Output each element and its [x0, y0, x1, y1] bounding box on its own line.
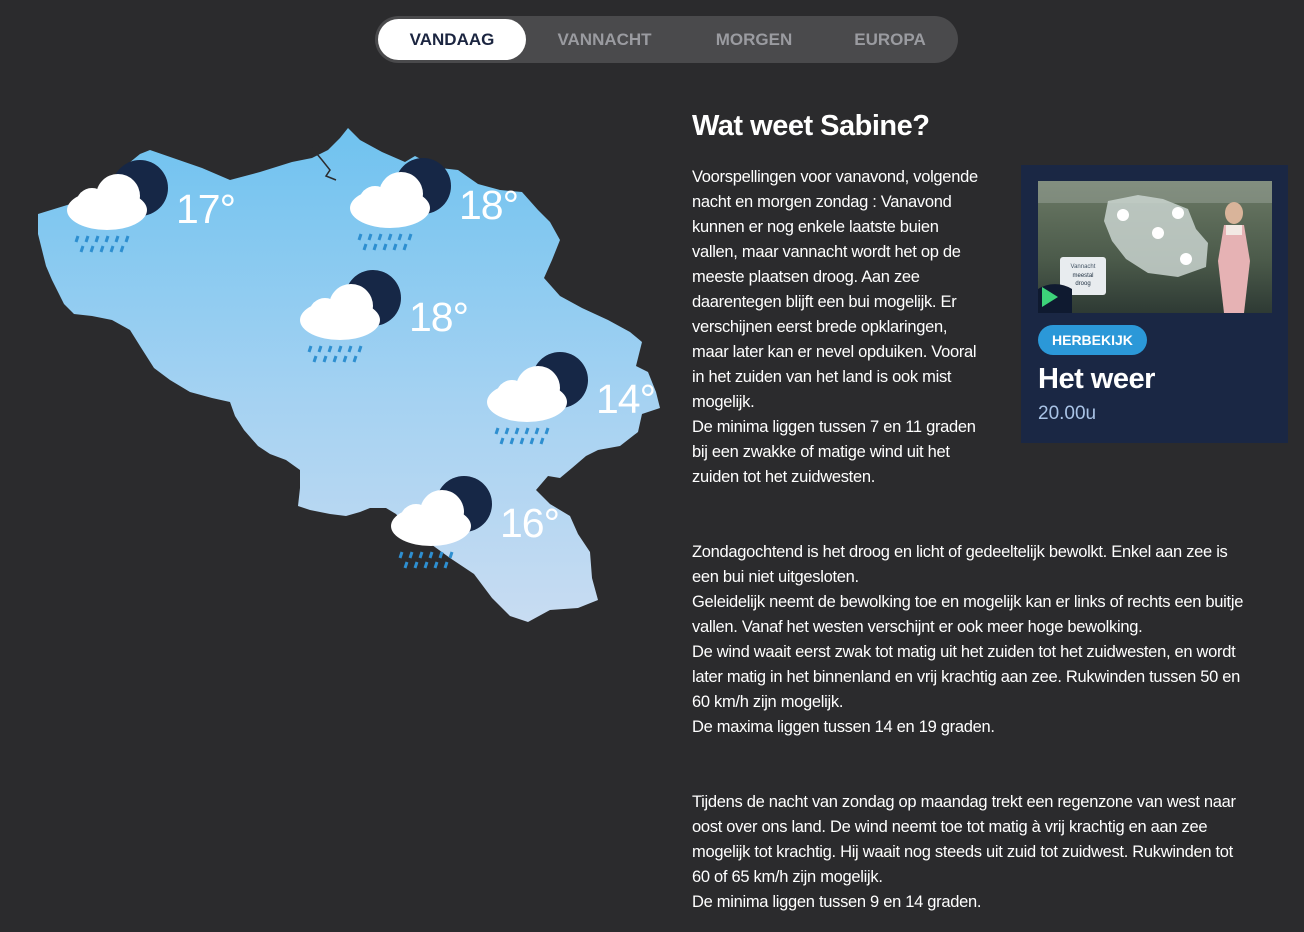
rain-cloud-moon-icon	[391, 476, 492, 569]
article-title: Wat weet Sabine?	[692, 110, 930, 142]
text-line: mogelijk tot krachtig. Hij waait nog ste…	[692, 843, 1233, 861]
tab-vandaag[interactable]: VANDAAG	[378, 19, 526, 60]
rain-cloud-moon-icon	[300, 270, 401, 363]
forecast-north: 18°	[343, 156, 563, 256]
thumb-caption: droog	[1075, 281, 1090, 287]
temperature: 18°	[459, 182, 519, 228]
forecast-east: 14°	[480, 350, 700, 450]
video-thumbnail[interactable]: Vannacht meestal droog	[1038, 181, 1272, 313]
text-line: verschijnen eerst brede opklaringen,	[692, 318, 948, 336]
thumb-caption: meestal	[1072, 273, 1093, 279]
text-line: meeste plaatsen droog. Aan zee	[692, 268, 920, 286]
rewatch-badge: HERBEKIJK	[1038, 325, 1147, 355]
rain-cloud-moon-icon	[350, 158, 451, 251]
tab-morgen[interactable]: MORGEN	[685, 19, 823, 60]
text-line: Geleidelijk neemt de bewolking toe en mo…	[692, 593, 1244, 611]
thumb-caption: Vannacht	[1071, 264, 1096, 270]
forecast-paragraph-1: Voorspellingen voor vanavond, volgende n…	[692, 165, 1010, 490]
forecast-paragraph-2: Zondagochtend is het droog en licht of g…	[692, 540, 1287, 740]
text-line: Zondagochtend is het droog en licht of g…	[692, 543, 1228, 561]
belgium-weather-map: 17° 18° 18° 14° 16°	[30, 110, 670, 630]
text-line: maar later kan er nevel opduiken. Vooral	[692, 343, 977, 361]
temperature: 14°	[596, 376, 656, 422]
text-line: vallen, maar vannacht wordt het op de	[692, 243, 961, 261]
text-line: daarentegen blijft een bui mogelijk. Er	[692, 293, 957, 311]
text-line: oost over ons land. De wind neemt toe to…	[692, 818, 1208, 836]
text-line: 60 km/h zijn mogelijk.	[692, 693, 844, 711]
video-still: Vannacht meestal droog	[1038, 181, 1272, 313]
tab-europa[interactable]: EUROPA	[825, 19, 955, 60]
text-line: Tijdens de nacht van zondag op maandag t…	[692, 793, 1236, 811]
text-line: een bui niet uitgesloten.	[692, 568, 859, 586]
text-line: later matig in het binnenland en vrij kr…	[692, 668, 1241, 686]
text-line: De maxima liggen tussen 14 en 19 graden.	[692, 718, 995, 736]
rain-cloud-moon-icon	[67, 160, 168, 253]
forecast-west: 17°	[60, 158, 280, 258]
text-line: in het zuiden van het land is ook mist	[692, 368, 952, 386]
text-line: De minima liggen tussen 7 en 11 graden	[692, 418, 976, 436]
tab-vannacht[interactable]: VANNACHT	[527, 19, 682, 60]
text-line: bij een zwakke of matige wind uit het	[692, 443, 950, 461]
video-time: 20.00u	[1038, 403, 1097, 424]
text-line: De minima liggen tussen 9 en 14 graden.	[692, 893, 982, 911]
forecast-south: 16°	[384, 474, 604, 574]
video-title[interactable]: Het weer	[1038, 363, 1155, 396]
temperature: 16°	[500, 500, 560, 546]
text-line: mogelijk.	[692, 393, 755, 411]
text-line: kunnen er nog enkele laatste buien	[692, 218, 939, 236]
text-line: 60 of 65 km/h zijn mogelijk.	[692, 868, 883, 886]
forecast-paragraph-3: Tijdens de nacht van zondag op maandag t…	[692, 790, 1287, 915]
text-line: vallen. Vanaf het westen verschijnt er o…	[692, 618, 1143, 636]
forecast-tabs: VANDAAG VANNACHT MORGEN EUROPA	[375, 16, 958, 63]
rain-cloud-moon-icon	[487, 352, 588, 445]
temperature: 18°	[409, 294, 469, 340]
text-line: De wind waait eerst zwak tot matig uit h…	[692, 643, 1236, 661]
text-line: zuiden tot het zuidwesten.	[692, 468, 875, 486]
temperature: 17°	[176, 186, 236, 232]
video-card[interactable]: Vannacht meestal droog HERBEKIJK Het wee…	[1021, 165, 1288, 443]
text-line: Voorspellingen voor vanavond, volgende	[692, 168, 978, 186]
text-line: nacht en morgen zondag : Vanavond	[692, 193, 952, 211]
